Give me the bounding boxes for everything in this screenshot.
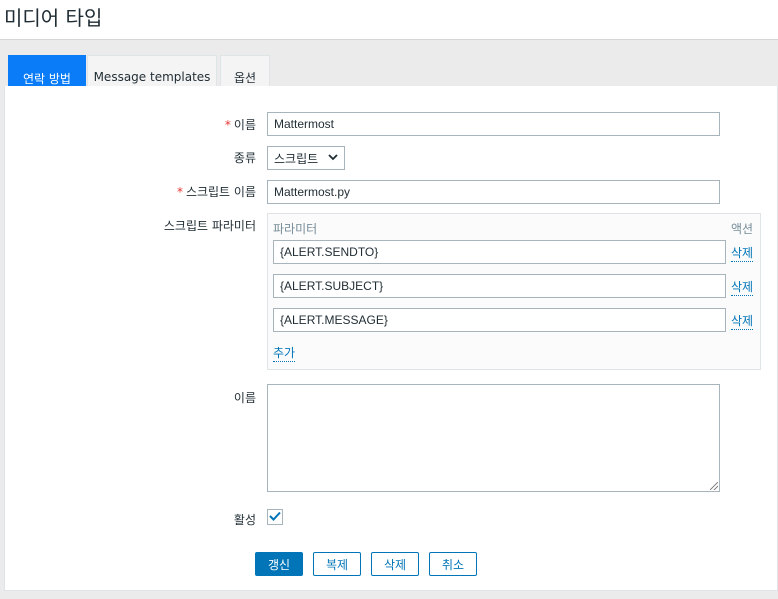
description-label: 이름 <box>233 391 256 405</box>
type-label: 종류 <box>233 151 256 165</box>
tab-message-templates-label: Message templates <box>93 70 211 84</box>
name-input[interactable]: Mattermost <box>267 112 720 136</box>
update-button[interactable]: 갱신 <box>255 552 303 576</box>
enabled-label: 활성 <box>233 513 256 527</box>
param-input[interactable]: {ALERT.SENDTO} <box>273 240 726 264</box>
delete-button[interactable]: 삭제 <box>371 552 419 576</box>
clone-button[interactable]: 복제 <box>313 552 361 576</box>
remove-param-link[interactable]: 삭제 <box>731 278 754 296</box>
param-input[interactable]: {ALERT.SUBJECT} <box>273 274 726 298</box>
script-params-label: 스크립트 파라미터 <box>163 219 256 233</box>
script-params-table: 파라미터 액션 {ALERT.SENDTO} 삭제 {ALERT.SUBJECT… <box>267 213 761 370</box>
name-label: * 이름 <box>224 118 256 132</box>
enabled-checkbox[interactable] <box>267 509 283 525</box>
tab-options-label: 옵션 <box>233 70 257 85</box>
params-col-header: 파라미터 <box>273 222 318 236</box>
add-param-link[interactable]: 추가 <box>273 344 296 362</box>
cancel-button[interactable]: 취소 <box>429 552 477 576</box>
checkmark-icon <box>269 510 281 524</box>
tab-media-type-label: 연락 방법 <box>23 71 71 86</box>
type-select[interactable]: 스크립트 <box>267 146 345 170</box>
tab-bar: 연락 방법 Message templates 옵션 <box>4 48 778 101</box>
required-marker: * <box>176 185 183 199</box>
resize-grip-icon[interactable] <box>710 482 718 490</box>
description-textarea[interactable] <box>267 384 720 492</box>
page-header: 미디어 타입 <box>0 0 778 40</box>
chevron-down-icon <box>328 153 338 164</box>
actions-col-header: 액션 <box>731 222 754 236</box>
param-input[interactable]: {ALERT.MESSAGE} <box>273 308 726 332</box>
media-type-form: * 이름 Mattermost 종류 스크립트 * 스크립트 이름 Mattermo… <box>4 86 778 591</box>
remove-param-link[interactable]: 삭제 <box>731 312 754 330</box>
script-name-input[interactable]: Mattermost.py <box>267 180 720 204</box>
script-name-label: * 스크립트 이름 <box>176 185 256 199</box>
required-marker: * <box>224 118 231 132</box>
page-title: 미디어 타입 <box>4 6 103 30</box>
type-select-value: 스크립트 <box>274 151 319 166</box>
remove-param-link[interactable]: 삭제 <box>731 244 754 262</box>
